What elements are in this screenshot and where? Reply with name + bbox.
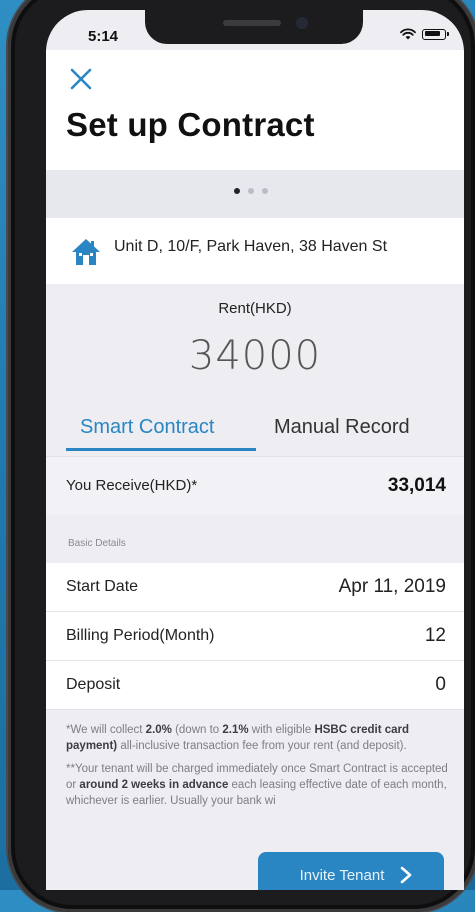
deposit-row[interactable]: Deposit 0	[46, 661, 464, 710]
contract-type-tabs: Smart Contract Manual Record	[46, 410, 464, 456]
note-text: *We will collect	[66, 724, 146, 736]
deposit-value: 0	[435, 674, 446, 695]
close-icon[interactable]	[68, 66, 94, 92]
property-address-row[interactable]: Unit D, 10/F, Park Haven, 38 Haven St	[46, 218, 464, 284]
property-address: Unit D, 10/F, Park Haven, 38 Haven St	[114, 238, 388, 255]
speaker	[223, 20, 281, 26]
note-bold: around 2 weeks in advance	[79, 779, 229, 791]
status-time: 5:14	[88, 28, 119, 45]
front-camera	[296, 17, 308, 29]
billing-period-value: 12	[424, 625, 446, 646]
pager-dot-2	[248, 188, 254, 194]
rent-label: Rent(HKD)	[218, 300, 292, 317]
house-icon	[72, 239, 100, 265]
phone-frame: 5:14 Set up Contract Unit D, 10/F, Park …	[8, 0, 475, 912]
note-text: all-inclusive transaction fee from your …	[117, 740, 407, 752]
start-date-label: Start Date	[66, 578, 139, 595]
wifi-icon	[400, 28, 416, 40]
tab-manual-record[interactable]: Manual Record	[274, 416, 410, 439]
start-date-row[interactable]: Start Date Apr 11, 2019	[46, 563, 464, 612]
invite-tenant-button[interactable]: Invite Tenant	[258, 852, 444, 890]
section-label-basic-details: Basic Details	[68, 538, 126, 549]
note-text: (down to	[171, 724, 223, 736]
pager-dots	[234, 188, 268, 194]
note-text: with eligible	[248, 724, 315, 736]
note-bold: 2.1%	[222, 724, 249, 736]
note-bold: 2.0%	[145, 724, 172, 736]
receive-value: 33,014	[387, 475, 446, 496]
app-screen: 5:14 Set up Contract Unit D, 10/F, Park …	[46, 10, 464, 890]
status-icons	[400, 28, 449, 40]
tab-smart-contract[interactable]: Smart Contract	[80, 416, 214, 439]
notch	[145, 10, 363, 44]
page-indicator	[46, 170, 464, 218]
rent-amount[interactable]: 34000	[46, 333, 464, 379]
receive-label: You Receive(HKD)*	[66, 477, 198, 494]
pager-dot-3	[262, 188, 268, 194]
active-tab-indicator	[66, 448, 256, 451]
battery-icon	[422, 28, 449, 40]
start-date-value: Apr 11, 2019	[338, 576, 446, 597]
billing-period-row[interactable]: Billing Period(Month) 12	[46, 612, 464, 661]
page-title: Set up Contract	[66, 106, 315, 143]
fee-notes: *We will collect 2.0% (down to 2.1% with…	[66, 722, 450, 816]
pager-dot-1	[234, 188, 240, 194]
receive-amount-row: You Receive(HKD)* 33,014	[46, 456, 464, 515]
fee-note-1: *We will collect 2.0% (down to 2.1% with…	[66, 722, 450, 754]
invite-tenant-label: Invite Tenant	[299, 866, 385, 884]
fee-note-2: **Your tenant will be charged immediatel…	[66, 761, 450, 809]
chevron-right-icon	[401, 866, 412, 884]
billing-period-label: Billing Period(Month)	[66, 627, 215, 644]
deposit-label: Deposit	[66, 676, 121, 693]
